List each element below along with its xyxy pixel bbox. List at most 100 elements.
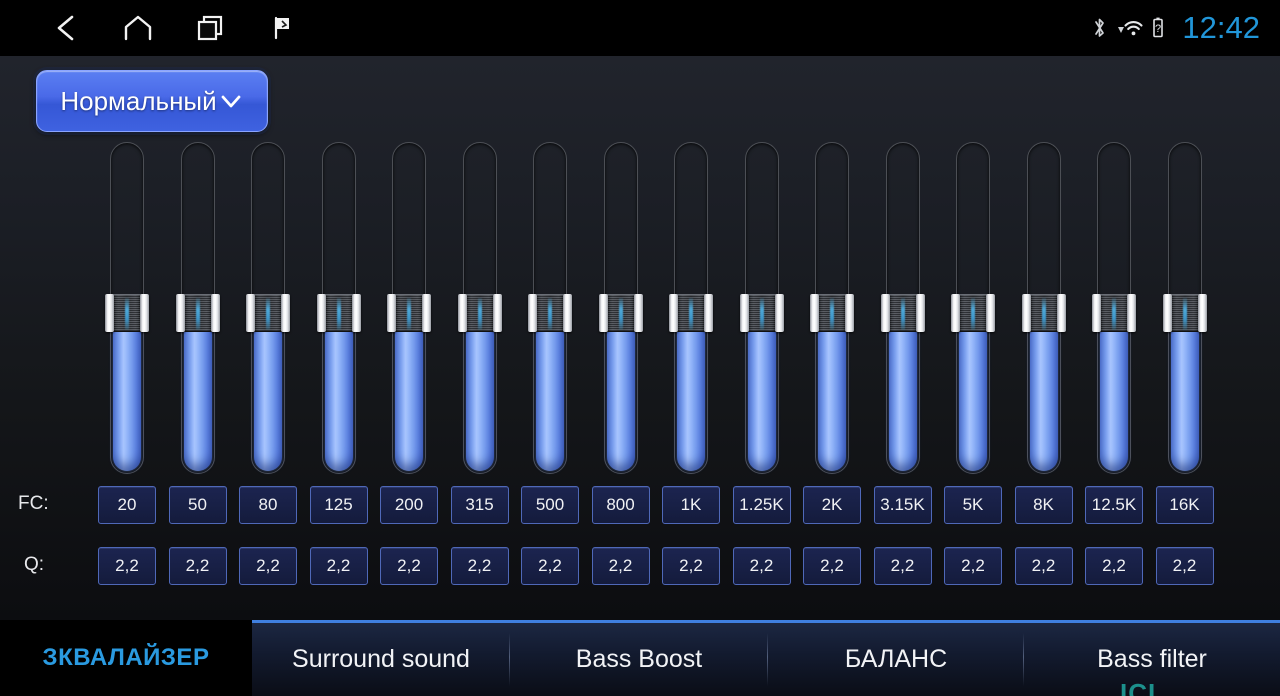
equalizer-panel: Нормальный FC: 20 50 80 125 200 315 500 800 1K 1.…	[0, 56, 1280, 620]
eq-band-slider[interactable]	[457, 142, 502, 474]
fc-value-cell[interactable]: 12.5K	[1085, 486, 1143, 524]
q-value-cell[interactable]: 2,2	[662, 547, 720, 585]
slider-thumb-cap-right	[422, 294, 431, 332]
fc-value-cell[interactable]: 800	[591, 486, 650, 524]
fc-row: 20 50 80 125 200 315 500 800 1K 1.25K 2K 3.15K 5K 8K 1…	[0, 486, 1280, 524]
slider-thumb-cap-left	[316, 294, 326, 332]
fc-value-cell[interactable]: 20	[98, 486, 156, 524]
slider-bank	[0, 56, 1280, 486]
fc-value-cell[interactable]: 50	[168, 486, 227, 524]
eq-band-slider[interactable]	[105, 142, 149, 474]
slider-thumb[interactable]	[1021, 294, 1066, 332]
slider-thumb[interactable]	[1092, 294, 1136, 332]
tab-1[interactable]: ЗКВАЛАЙЗЕР	[0, 620, 252, 696]
slider-thumb-cap-left	[528, 294, 537, 332]
slider-thumb-cap-left	[669, 294, 678, 332]
tab-4[interactable]: БАЛАНС	[768, 620, 1024, 696]
fc-value-cell[interactable]: 125	[309, 486, 368, 524]
fc-value-cell[interactable]: 500	[521, 486, 579, 524]
slider-thumb-glow	[548, 298, 552, 330]
fc-value-cell[interactable]: 5K	[944, 486, 1002, 524]
slider-thumb-cap-left	[105, 294, 114, 332]
slider-thumb-glow	[900, 298, 905, 330]
q-value-cell[interactable]: 2,2	[450, 547, 509, 585]
tab-label: ЗКВАЛАЙЗЕР	[42, 644, 210, 671]
slider-thumb[interactable]	[528, 294, 572, 332]
slider-thumb-cap-left	[1092, 294, 1101, 332]
slider-thumb[interactable]	[880, 294, 925, 332]
slider-thumb[interactable]	[175, 294, 220, 332]
eq-band-slider[interactable]	[1092, 142, 1136, 474]
q-value-cell[interactable]: 2,2	[1155, 547, 1214, 585]
home-icon[interactable]	[102, 0, 174, 56]
slider-thumb[interactable]	[1162, 294, 1207, 332]
slider-thumb-glow	[1041, 298, 1046, 330]
q-value-cell[interactable]: 2,2	[239, 547, 297, 585]
eq-band-slider[interactable]	[739, 142, 784, 474]
eq-band-slider[interactable]	[810, 142, 854, 474]
slider-thumb-cap-right	[845, 294, 854, 332]
slider-thumb[interactable]	[739, 294, 784, 332]
recents-icon[interactable]	[174, 0, 246, 56]
slider-thumb[interactable]	[810, 294, 854, 332]
fc-value-cell[interactable]: 1.25K	[732, 486, 791, 524]
slider-thumb[interactable]	[457, 294, 502, 332]
fc-value-cell[interactable]: 16K	[1155, 486, 1214, 524]
q-value-cell[interactable]: 2,2	[732, 547, 791, 585]
eq-band-slider[interactable]	[951, 142, 995, 474]
slider-thumb-grip	[887, 294, 918, 332]
q-value-cell[interactable]: 2,2	[380, 547, 438, 585]
fc-value-cell[interactable]: 315	[450, 486, 509, 524]
q-value-cell[interactable]: 2,2	[309, 547, 368, 585]
q-value-cell[interactable]: 2,2	[873, 547, 932, 585]
q-value-cell[interactable]: 2,2	[803, 547, 861, 585]
slider-thumb-cap-right	[774, 294, 784, 332]
tab-label: Bass filter	[1097, 645, 1207, 673]
fc-value-cell[interactable]: 80	[239, 486, 297, 524]
tab-3[interactable]: Bass Boost	[510, 620, 768, 696]
slider-thumb-glow	[266, 298, 270, 330]
eq-band-slider[interactable]	[880, 142, 925, 474]
fc-value-cell[interactable]: 2K	[803, 486, 861, 524]
fc-value-cell[interactable]: 1K	[662, 486, 720, 524]
slider-thumb[interactable]	[598, 294, 643, 332]
fc-value-cell[interactable]: 8K	[1014, 486, 1073, 524]
battery-unknown-icon: ?	[1151, 16, 1165, 40]
q-value-cell[interactable]: 2,2	[521, 547, 579, 585]
slider-thumb-glow	[125, 298, 129, 330]
eq-band-slider[interactable]	[528, 142, 572, 474]
q-value-cell[interactable]: 2,2	[591, 547, 650, 585]
eq-band-slider[interactable]	[246, 142, 290, 474]
eq-band-slider[interactable]	[316, 142, 361, 474]
slider-thumb[interactable]	[387, 294, 431, 332]
tab-bar: ЗКВАЛАЙЗЕР Surround sound Bass Boost БАЛАНС…	[0, 620, 1280, 696]
eq-band-slider[interactable]	[387, 142, 431, 474]
slider-thumb[interactable]	[951, 294, 995, 332]
eq-band-slider[interactable]	[669, 142, 713, 474]
fc-value-cell[interactable]: 3.15K	[873, 486, 932, 524]
slider-thumb-cap-right	[563, 294, 572, 332]
q-value-cell[interactable]: 2,2	[168, 547, 227, 585]
slider-thumb-cap-right	[281, 294, 290, 332]
slider-thumb-glow	[1182, 298, 1187, 330]
eq-band-slider[interactable]	[175, 142, 220, 474]
back-icon[interactable]	[30, 0, 102, 56]
q-value-cell[interactable]: 2,2	[98, 547, 156, 585]
fc-value-cell[interactable]: 200	[380, 486, 438, 524]
slider-thumb[interactable]	[316, 294, 361, 332]
slider-thumb-glow	[195, 298, 200, 330]
eq-band-slider[interactable]	[1162, 142, 1207, 474]
slider-fill	[113, 310, 141, 471]
q-value-cell[interactable]: 2,2	[1085, 547, 1143, 585]
slider-thumb[interactable]	[669, 294, 713, 332]
slider-thumb-cap-left	[387, 294, 396, 332]
slider-fill	[747, 310, 776, 471]
tab-2[interactable]: Surround sound	[252, 620, 510, 696]
eq-band-slider[interactable]	[598, 142, 643, 474]
q-value-cell[interactable]: 2,2	[1014, 547, 1073, 585]
eq-band-slider[interactable]	[1021, 142, 1066, 474]
slider-thumb[interactable]	[105, 294, 149, 332]
q-value-cell[interactable]: 2,2	[944, 547, 1002, 585]
flag-icon[interactable]	[246, 0, 318, 56]
slider-thumb[interactable]	[246, 294, 290, 332]
